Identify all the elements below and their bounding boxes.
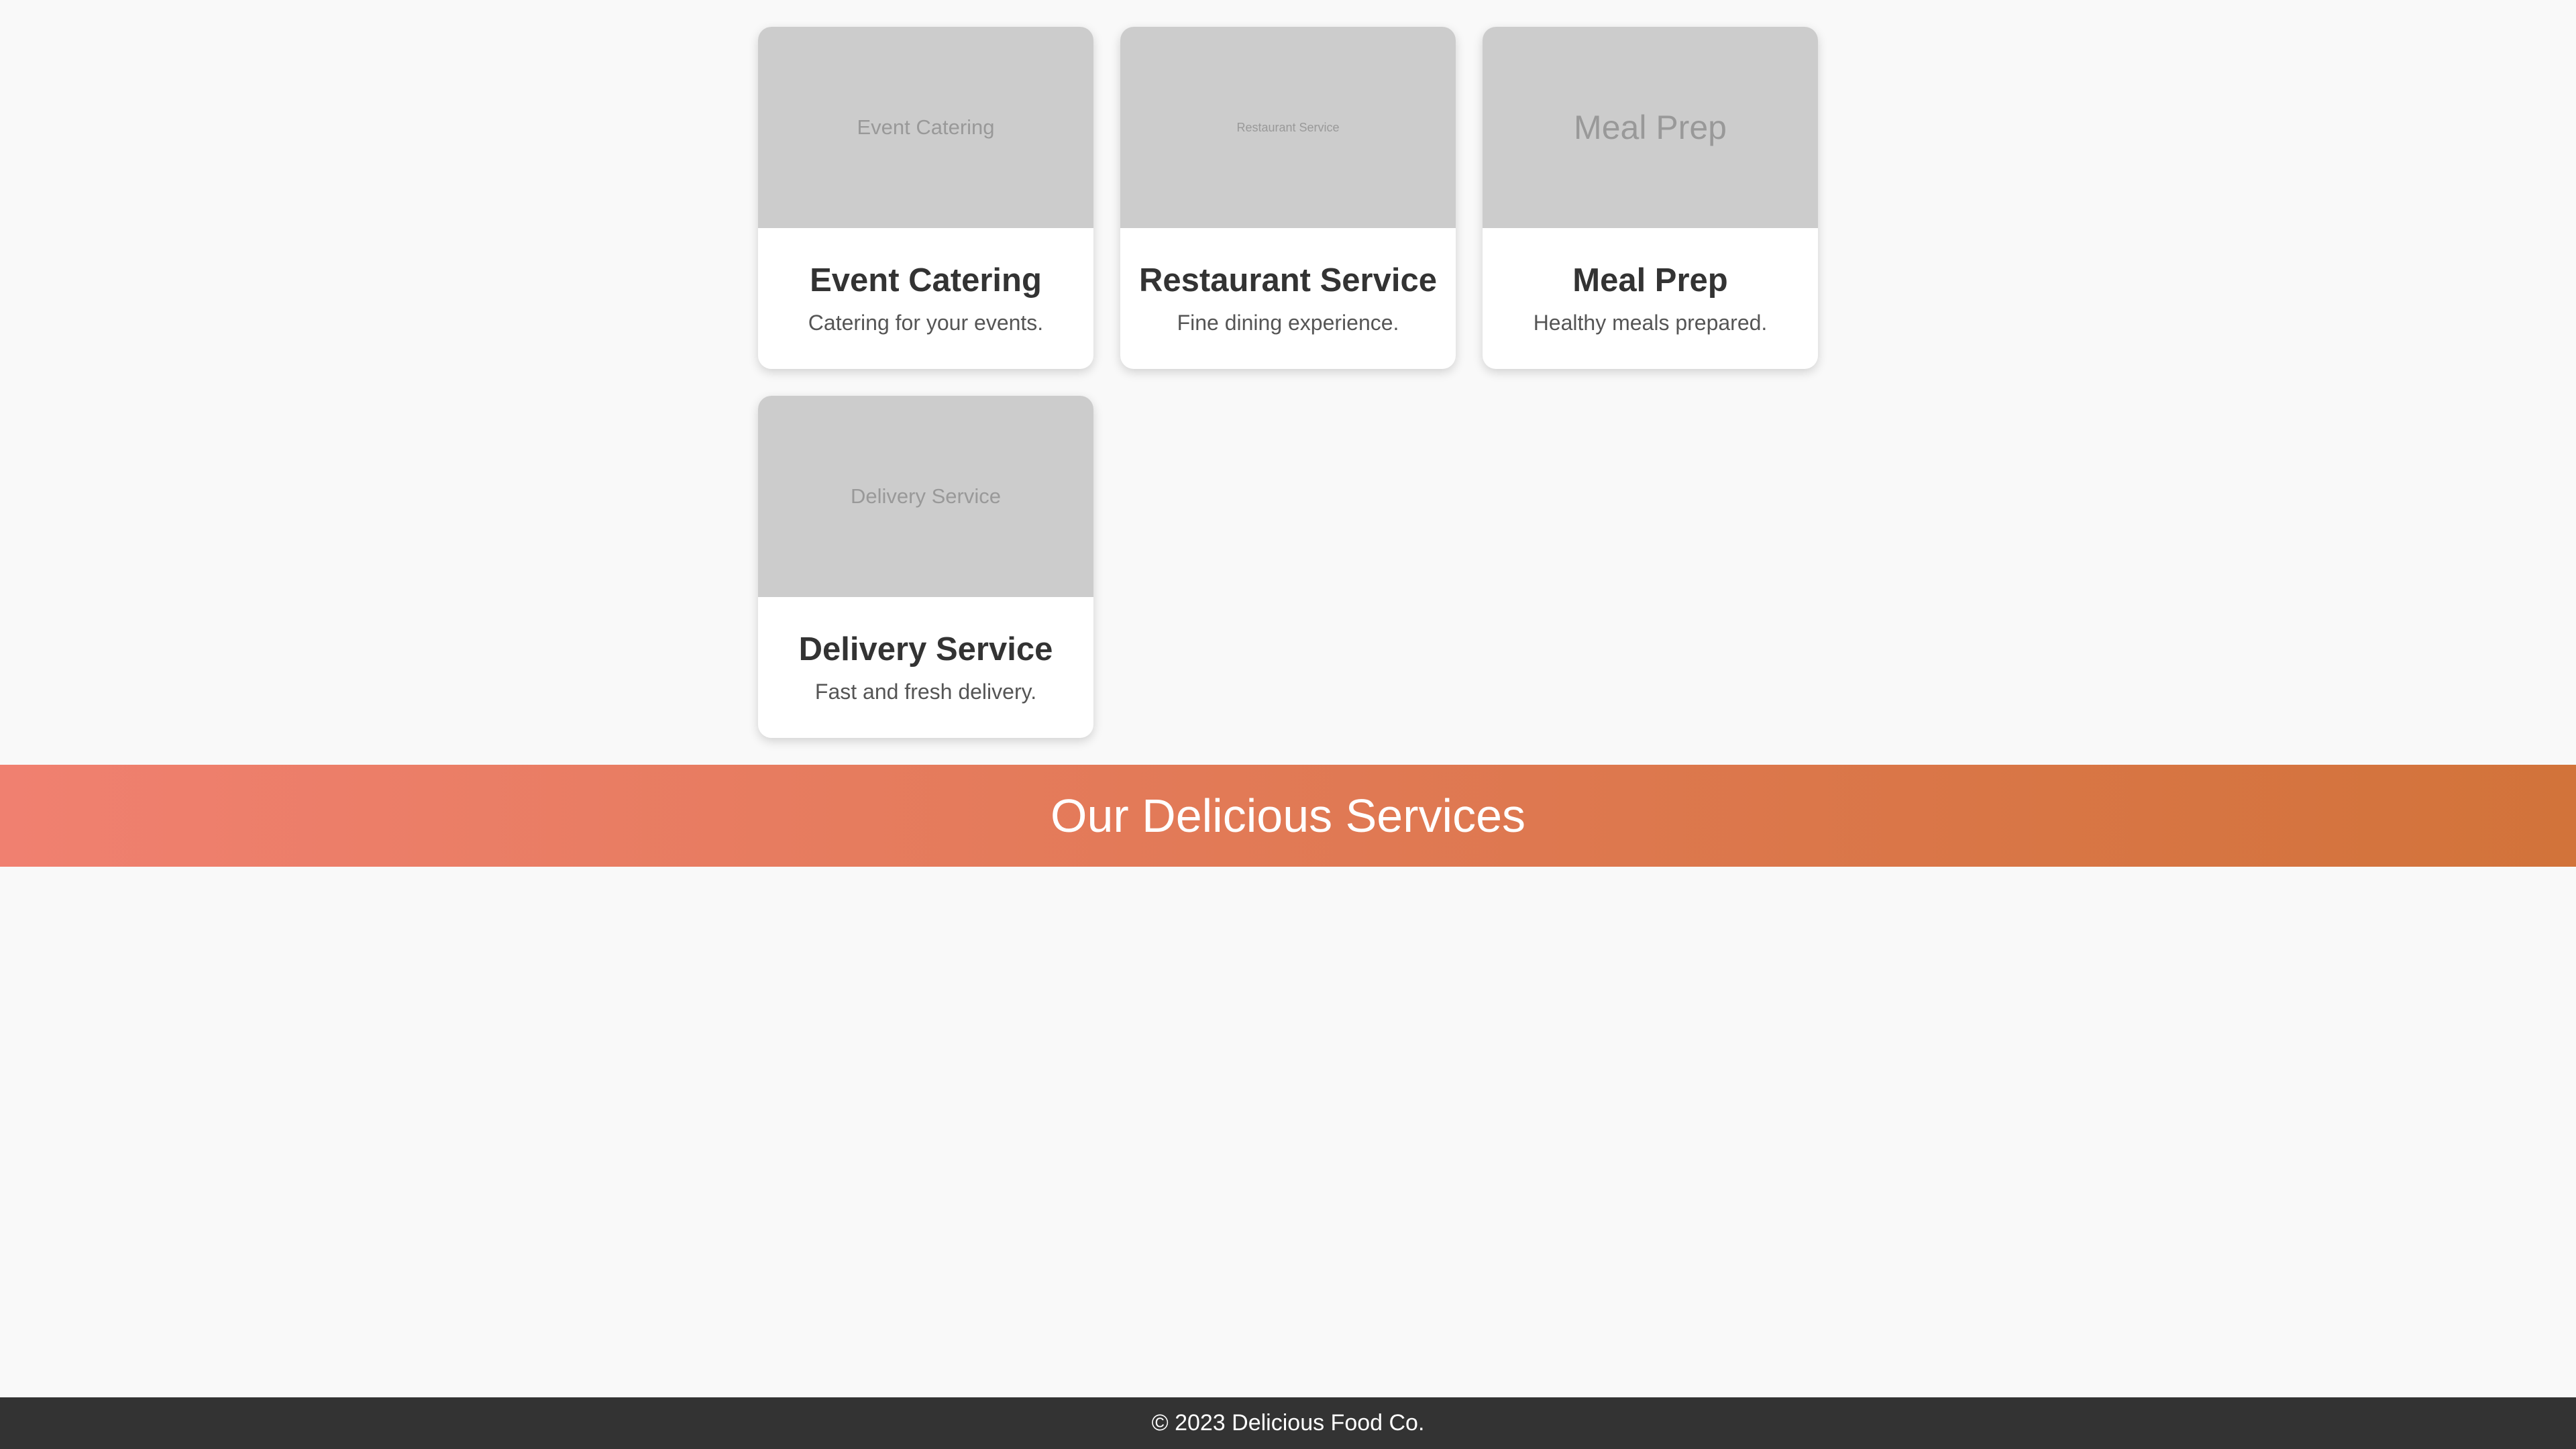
card-description: Fast and fresh delivery. xyxy=(814,679,1037,704)
service-card-meal-prep[interactable]: Meal Prep Meal Prep Healthy meals prepar… xyxy=(1483,27,1818,369)
card-image-label: Delivery Service xyxy=(851,484,1001,508)
card-image-label: Meal Prep xyxy=(1574,109,1727,146)
services-banner: Our Delicious Services xyxy=(0,765,2576,867)
card-title: Delivery Service xyxy=(798,631,1053,667)
banner-title: Our Delicious Services xyxy=(1051,790,1525,842)
card-description: Healthy meals prepared. xyxy=(1533,310,1768,335)
page: Event Catering Event Catering Catering f… xyxy=(0,0,2576,1449)
card-image-label: Restaurant Service xyxy=(1236,120,1340,134)
services-grid: Event Catering Event Catering Catering f… xyxy=(758,27,1818,738)
card-title: Restaurant Service xyxy=(1139,262,1437,299)
card-body: Restaurant Service Fine dining experienc… xyxy=(1120,228,1456,369)
card-title: Event Catering xyxy=(810,262,1042,299)
card-image-label: Event Catering xyxy=(857,115,995,139)
service-card-restaurant-service[interactable]: Restaurant Service Restaurant Service Fi… xyxy=(1120,27,1456,369)
card-body: Delivery Service Fast and fresh delivery… xyxy=(758,597,1093,738)
card-body: Meal Prep Healthy meals prepared. xyxy=(1483,228,1818,369)
service-card-delivery-service[interactable]: Delivery Service Delivery Service Fast a… xyxy=(758,396,1093,738)
card-title: Meal Prep xyxy=(1572,262,1728,299)
service-card-event-catering[interactable]: Event Catering Event Catering Catering f… xyxy=(758,27,1093,369)
footer: © 2023 Delicious Food Co. xyxy=(0,1397,2576,1449)
card-image-placeholder: Event Catering xyxy=(758,27,1093,228)
card-image-placeholder: Delivery Service xyxy=(758,396,1093,597)
card-image-placeholder: Meal Prep xyxy=(1483,27,1818,228)
card-image-placeholder: Restaurant Service xyxy=(1120,27,1456,228)
footer-copyright: © 2023 Delicious Food Co. xyxy=(1151,1410,1425,1436)
card-description: Fine dining experience. xyxy=(1177,310,1399,335)
card-body: Event Catering Catering for your events. xyxy=(758,228,1093,369)
card-description: Catering for your events. xyxy=(808,310,1044,335)
